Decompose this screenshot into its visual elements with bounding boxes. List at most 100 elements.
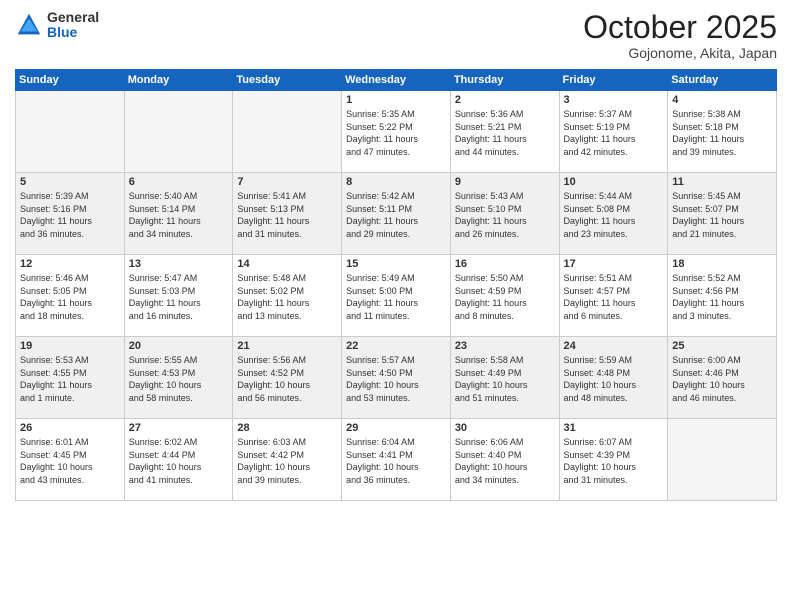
table-row: 24Sunrise: 5:59 AM Sunset: 4:48 PM Dayli… <box>559 337 668 419</box>
day-number: 7 <box>237 176 337 188</box>
day-info: Sunrise: 5:43 AM Sunset: 5:10 PM Dayligh… <box>455 190 555 240</box>
day-number: 6 <box>129 176 229 188</box>
day-number: 22 <box>346 340 446 352</box>
col-sunday: Sunday <box>16 70 125 91</box>
table-row: 20Sunrise: 5:55 AM Sunset: 4:53 PM Dayli… <box>124 337 233 419</box>
day-info: Sunrise: 5:56 AM Sunset: 4:52 PM Dayligh… <box>237 354 337 404</box>
day-number: 3 <box>564 94 664 106</box>
day-number: 17 <box>564 258 664 270</box>
table-row <box>668 419 777 501</box>
table-row: 2 Sunrise: 5:36 AM Sunset: 5:21 PM Daylig… <box>450 91 559 173</box>
day-number: 1 <box>346 94 446 106</box>
day-info: Sunrise: 5:52 AM Sunset: 4:56 PM Dayligh… <box>672 272 772 322</box>
table-row: 19Sunrise: 5:53 AM Sunset: 4:55 PM Dayli… <box>16 337 125 419</box>
table-row: 14Sunrise: 5:48 AM Sunset: 5:02 PM Dayli… <box>233 255 342 337</box>
day-number: 16 <box>455 258 555 270</box>
day-info: Sunrise: 5:44 AM Sunset: 5:08 PM Dayligh… <box>564 190 664 240</box>
day-number: 26 <box>20 422 120 434</box>
day-number: 15 <box>346 258 446 270</box>
table-row: 1 Sunrise: 5:35 AM Sunset: 5:22 PM Daylig… <box>342 91 451 173</box>
logo-text: General Blue <box>47 10 99 41</box>
day-number: 23 <box>455 340 555 352</box>
day-number: 5 <box>20 176 120 188</box>
day-info: Sunrise: 5:35 AM Sunset: 5:22 PM Dayligh… <box>346 108 446 158</box>
day-info: Sunrise: 5:37 AM Sunset: 5:19 PM Dayligh… <box>564 108 664 158</box>
table-row: 15 Sunrise: 5:49 AM Sunset: 5:00 PM Dayli… <box>342 255 451 337</box>
day-number: 19 <box>20 340 120 352</box>
table-row: 28Sunrise: 6:03 AM Sunset: 4:42 PM Dayli… <box>233 419 342 501</box>
day-info: Sunrise: 5:38 AM Sunset: 5:18 PM Dayligh… <box>672 108 772 158</box>
table-row: 22Sunrise: 5:57 AM Sunset: 4:50 PM Dayli… <box>342 337 451 419</box>
table-row: 17 Sunrise: 5:51 AM Sunset: 4:57 PM Dayli… <box>559 255 668 337</box>
day-number: 9 <box>455 176 555 188</box>
table-row: 16 Sunrise: 5:50 AM Sunset: 4:59 PM Dayli… <box>450 255 559 337</box>
day-info: Sunrise: 6:01 AM Sunset: 4:45 PM Dayligh… <box>20 436 120 486</box>
table-row: 23 Sunrise: 5:58 AM Sunset: 4:49 PM Dayli… <box>450 337 559 419</box>
table-row: 27 Sunrise: 6:02 AM Sunset: 4:44 PM Dayli… <box>124 419 233 501</box>
day-info: Sunrise: 6:07 AM Sunset: 4:39 PM Dayligh… <box>564 436 664 486</box>
table-row: 7 Sunrise: 5:41 AM Sunset: 5:13 PM Daylig… <box>233 173 342 255</box>
day-number: 20 <box>129 340 229 352</box>
logo-blue: Blue <box>47 25 99 40</box>
table-row: 13 Sunrise: 5:47 AM Sunset: 5:03 PM Dayli… <box>124 255 233 337</box>
calendar-title: October 2025 <box>583 10 777 45</box>
calendar-week-row: 26 Sunrise: 6:01 AM Sunset: 4:45 PM Dayli… <box>16 419 777 501</box>
day-info: Sunrise: 5:40 AM Sunset: 5:14 PM Dayligh… <box>129 190 229 240</box>
table-row: 11Sunrise: 5:45 AM Sunset: 5:07 PM Dayli… <box>668 173 777 255</box>
calendar-week-row: 1 Sunrise: 5:35 AM Sunset: 5:22 PM Daylig… <box>16 91 777 173</box>
day-number: 4 <box>672 94 772 106</box>
table-row <box>233 91 342 173</box>
day-number: 27 <box>129 422 229 434</box>
day-number: 13 <box>129 258 229 270</box>
day-number: 29 <box>346 422 446 434</box>
table-row: 25Sunrise: 6:00 AM Sunset: 4:46 PM Dayli… <box>668 337 777 419</box>
day-info: Sunrise: 6:02 AM Sunset: 4:44 PM Dayligh… <box>129 436 229 486</box>
col-thursday: Thursday <box>450 70 559 91</box>
day-info: Sunrise: 5:49 AM Sunset: 5:00 PM Dayligh… <box>346 272 446 322</box>
calendar-week-row: 19Sunrise: 5:53 AM Sunset: 4:55 PM Dayli… <box>16 337 777 419</box>
day-number: 28 <box>237 422 337 434</box>
table-row: 5 Sunrise: 5:39 AM Sunset: 5:16 PM Daylig… <box>16 173 125 255</box>
table-row: 10 Sunrise: 5:44 AM Sunset: 5:08 PM Dayli… <box>559 173 668 255</box>
logo-general: General <box>47 10 99 25</box>
table-row: 21Sunrise: 5:56 AM Sunset: 4:52 PM Dayli… <box>233 337 342 419</box>
table-row: 3 Sunrise: 5:37 AM Sunset: 5:19 PM Daylig… <box>559 91 668 173</box>
day-number: 11 <box>672 176 772 188</box>
header: General Blue October 2025 Gojonome, Akit… <box>15 10 777 61</box>
day-info: Sunrise: 5:36 AM Sunset: 5:21 PM Dayligh… <box>455 108 555 158</box>
day-number: 14 <box>237 258 337 270</box>
day-info: Sunrise: 5:50 AM Sunset: 4:59 PM Dayligh… <box>455 272 555 322</box>
day-info: Sunrise: 5:46 AM Sunset: 5:05 PM Dayligh… <box>20 272 120 322</box>
day-info: Sunrise: 5:41 AM Sunset: 5:13 PM Dayligh… <box>237 190 337 240</box>
day-number: 10 <box>564 176 664 188</box>
col-tuesday: Tuesday <box>233 70 342 91</box>
day-info: Sunrise: 5:39 AM Sunset: 5:16 PM Dayligh… <box>20 190 120 240</box>
day-number: 31 <box>564 422 664 434</box>
table-row: 9 Sunrise: 5:43 AM Sunset: 5:10 PM Daylig… <box>450 173 559 255</box>
calendar-page: General Blue October 2025 Gojonome, Akit… <box>0 0 792 612</box>
day-info: Sunrise: 5:47 AM Sunset: 5:03 PM Dayligh… <box>129 272 229 322</box>
logo-icon <box>15 11 43 39</box>
day-number: 12 <box>20 258 120 270</box>
day-number: 30 <box>455 422 555 434</box>
table-row: 30 Sunrise: 6:06 AM Sunset: 4:40 PM Dayli… <box>450 419 559 501</box>
day-info: Sunrise: 5:42 AM Sunset: 5:11 PM Dayligh… <box>346 190 446 240</box>
table-row: 12 Sunrise: 5:46 AM Sunset: 5:05 PM Dayli… <box>16 255 125 337</box>
day-info: Sunrise: 6:04 AM Sunset: 4:41 PM Dayligh… <box>346 436 446 486</box>
day-info: Sunrise: 6:06 AM Sunset: 4:40 PM Dayligh… <box>455 436 555 486</box>
col-monday: Monday <box>124 70 233 91</box>
col-saturday: Saturday <box>668 70 777 91</box>
day-number: 2 <box>455 94 555 106</box>
table-row <box>16 91 125 173</box>
col-wednesday: Wednesday <box>342 70 451 91</box>
table-row: 4 Sunrise: 5:38 AM Sunset: 5:18 PM Daylig… <box>668 91 777 173</box>
table-row: 18Sunrise: 5:52 AM Sunset: 4:56 PM Dayli… <box>668 255 777 337</box>
day-info: Sunrise: 5:51 AM Sunset: 4:57 PM Dayligh… <box>564 272 664 322</box>
table-row <box>124 91 233 173</box>
calendar-table: Sunday Monday Tuesday Wednesday Thursday… <box>15 69 777 501</box>
day-info: Sunrise: 5:58 AM Sunset: 4:49 PM Dayligh… <box>455 354 555 404</box>
day-number: 25 <box>672 340 772 352</box>
col-friday: Friday <box>559 70 668 91</box>
calendar-week-row: 12 Sunrise: 5:46 AM Sunset: 5:05 PM Dayli… <box>16 255 777 337</box>
logo: General Blue <box>15 10 99 41</box>
